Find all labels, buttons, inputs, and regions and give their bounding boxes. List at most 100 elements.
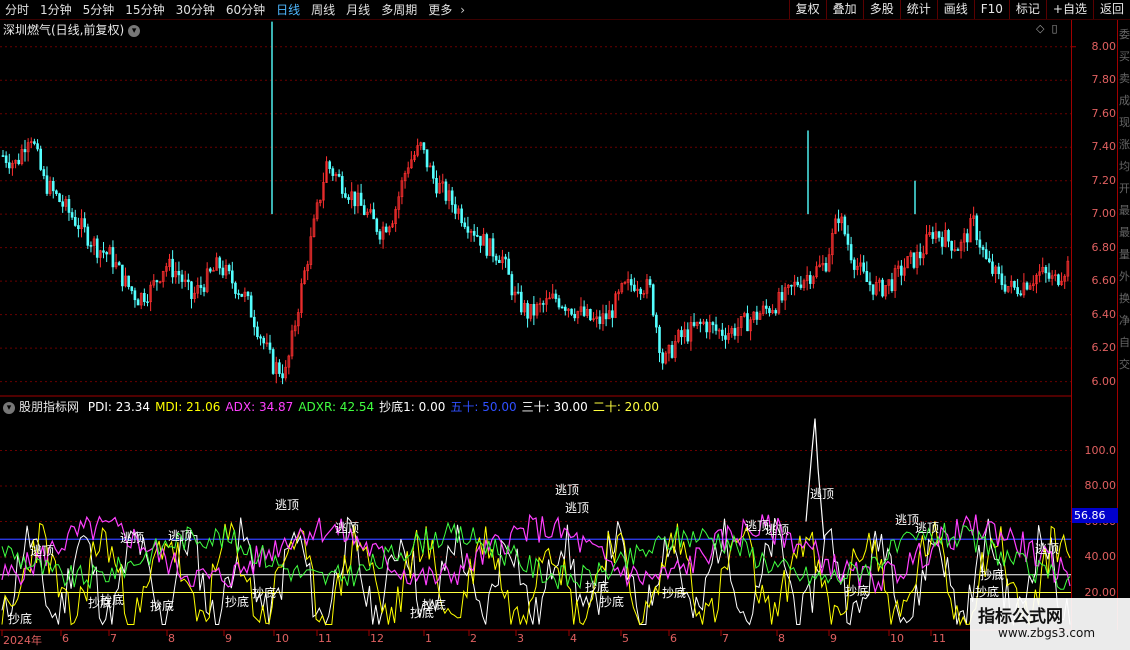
candle-body [984,249,988,260]
candle-body [425,149,429,168]
price-tick-label: 6.00 [1091,374,1117,388]
candle-body [661,352,664,364]
x-axis-label: 4 [570,632,577,645]
candle-body [1047,272,1051,279]
candle-body [862,262,865,272]
indicator-value: MDI: 21.06 [155,400,221,414]
side-strip-label: 净 [1119,314,1130,327]
signal-label-bottom: 抄底 [422,597,446,612]
candle-body [231,270,234,284]
candle-body [796,281,800,286]
candle-body [680,330,683,338]
candle-body [852,259,856,270]
indicator-name: 股朋指标网 [19,400,80,414]
indicator-value: 三十: 30.00 [521,400,588,414]
x-axis-label: 1 [425,632,432,645]
signal-label-escape: 逃顶 [555,483,579,497]
candle-body [799,284,803,288]
candle-body [648,279,652,285]
signal-label-escape: 逃顶 [1035,542,1059,556]
candle-body [507,258,511,275]
candle-body [573,313,576,319]
candle-body [629,279,633,286]
signal-label-bottom: 抄底 [225,594,249,609]
candle-body [278,362,281,374]
x-axis-label: 12 [370,632,384,645]
candle-body [651,284,655,316]
candle-body [931,232,935,239]
candle-body [73,216,77,226]
candle-body [281,373,284,379]
chart-canvas[interactable]: 逃顶逃顶逃顶 逃顶逃顶逃顶逃顶逃顶逃顶逃顶逃顶逃顶逃顶抄底 抄底 抄底抄底抄底抄底抄底… [0,0,1130,650]
candle-body [472,231,476,236]
candle-body [331,168,335,176]
indicator-value: 二十: 20.00 [592,400,660,414]
side-strip-label: 委 [1119,28,1130,41]
signal-label-bottom: 抄底 [585,579,609,594]
side-strip-label: 卖 [1119,72,1130,85]
candle-body [639,288,642,295]
candle-body [378,231,382,240]
candle-body [1013,281,1016,288]
candle-body [765,305,768,309]
candle-body [871,284,875,295]
signal-label-bottom: 抄底 [845,583,869,598]
candle-body [504,256,507,260]
candle-body [519,291,523,313]
price-tick-label: 6.80 [1091,240,1117,254]
candle-body [912,252,916,268]
candle-body [237,293,240,295]
indicator-title[interactable]: ▾ 股朋指标网 PDI: 23.34 MDI: 21.06 ADX: 34.87 ADX… [3,398,664,415]
x-axis-label: 8 [168,632,175,645]
candle-body [58,193,61,202]
candle-body [837,218,840,224]
x-axis-label: 7 [110,632,117,645]
chevron-down-icon[interactable]: ▾ [3,401,15,414]
candle-body [353,191,357,207]
candle-body [463,222,467,228]
side-strip-label: 均 [1119,160,1130,173]
candle-body [975,215,979,241]
candle-body [940,237,944,247]
watermark-url: www.zbgs3.com [998,626,1096,640]
side-strip-label: 最 [1119,226,1130,239]
candle-body [67,199,71,213]
candle-body [102,250,105,253]
candle-body [774,310,778,314]
candle-body [780,292,784,301]
candle-body [432,165,435,179]
candle-body [42,169,46,177]
price-tick-label: 7.80 [1091,73,1117,87]
candle-body [262,337,266,344]
candle-body [340,176,344,194]
side-strip-label: 交 [1119,358,1130,371]
watermark-logo: 指标公式网 www.zbgs3.com [970,598,1130,650]
candle-body [865,270,869,282]
candle-body [582,306,586,316]
candle-body [375,218,379,232]
candle-body [937,231,941,238]
candle-body [516,291,520,294]
candle-body [1,155,5,157]
candle-body [686,329,690,342]
candle-body [598,316,602,324]
signal-label-escape: 逃顶 [275,498,299,512]
candle-body [541,303,545,305]
signal-label-escape: 逃顶 [335,521,359,535]
candle-body [755,311,759,320]
price-tick-label: 7.40 [1091,140,1117,154]
signal-label-bottom: 抄底 [662,585,686,600]
candle-body [988,258,991,263]
candle-body [768,308,771,314]
candle-body [83,218,86,228]
candle-body [155,280,159,283]
x-axis-label: 11 [318,632,332,645]
indicator-tick-label: 80.00 [1084,479,1117,492]
candle-body [136,299,140,306]
candle-body [117,262,121,266]
signal-label-escape: 逃顶 [120,531,144,545]
candle-body [89,245,93,247]
side-strip-label: 开 [1119,182,1130,195]
candle-body [918,251,922,259]
x-axis-label: 8 [778,632,785,645]
